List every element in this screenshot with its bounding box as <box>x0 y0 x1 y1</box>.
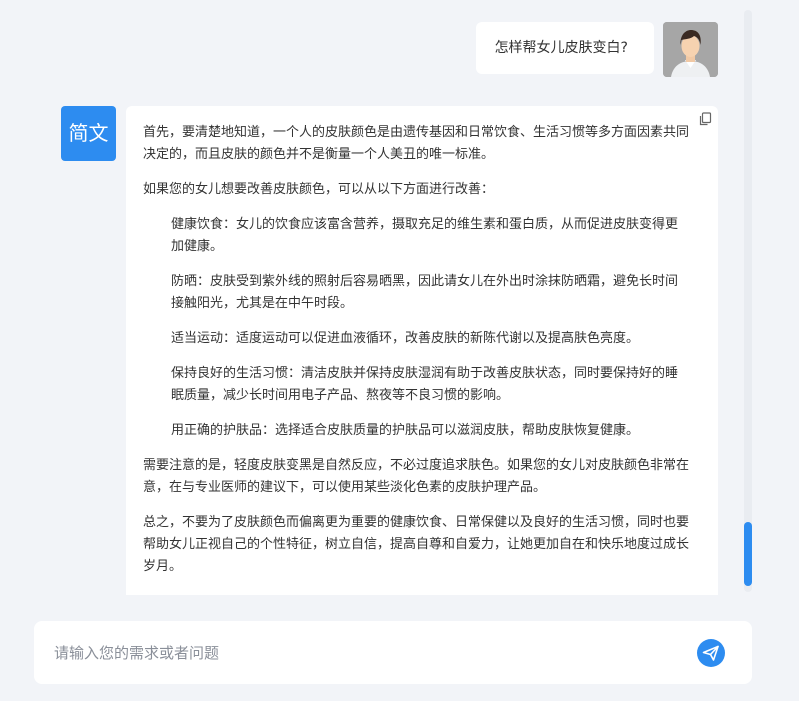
message-input[interactable] <box>54 621 684 684</box>
response-paragraph: 需要注意的是，轻度皮肤变黑是自然反应，不必过度追求肤色。如果您的女儿对皮肤颜色非… <box>143 458 690 495</box>
response-paragraph: 首先，要清楚地知道，一个人的皮肤颜色是由遗传基因和日常饮食、生活习惯等多方面因素… <box>143 125 690 162</box>
message-input-box <box>34 621 752 684</box>
response-paragraph: 健康饮食：女儿的饮食应该富含营养，摄取充足的维生素和蛋白质，从而促进皮肤变得更加… <box>171 217 679 254</box>
bot-response-text: 首先，要清楚地知道，一个人的皮肤颜色是由遗传基因和日常饮食、生活习惯等多方面因素… <box>143 122 690 578</box>
user-avatar-icon <box>663 22 718 77</box>
bot-avatar: 简文 <box>61 106 116 161</box>
response-paragraph: 如果您的女儿想要改善皮肤颜色，可以从以下方面进行改善： <box>143 182 495 197</box>
copy-icon[interactable] <box>698 112 712 126</box>
scrollbar-thumb[interactable] <box>744 522 752 586</box>
chat-area: 怎样帮女儿皮肤变白? 简文 首先，要清楚地知道，一个人的皮肤颜色是由遗传基因和日… <box>0 0 799 595</box>
response-paragraph: 保持良好的生活习惯：清洁皮肤并保持皮肤湿润有助于改善皮肤状态，同时要保持好的睡眠… <box>171 366 679 403</box>
response-paragraph: 防晒：皮肤受到紫外线的照射后容易晒黑，因此请女儿在外出时涂抹防晒霜，避免长时间接… <box>171 274 679 311</box>
bot-message-bubble: 首先，要清楚地知道，一个人的皮肤颜色是由遗传基因和日常饮食、生活习惯等多方面因素… <box>126 106 718 595</box>
scrollbar-track[interactable] <box>744 10 752 592</box>
response-paragraph: 总之，不要为了皮肤颜色而偏离更为重要的健康饮食、日常保健以及良好的生活习惯，同时… <box>143 515 690 574</box>
response-paragraph: 适当运动：适度运动可以促进血液循环，改善皮肤的新陈代谢以及提高肤色亮度。 <box>171 331 640 346</box>
send-icon <box>702 645 719 661</box>
send-button[interactable] <box>697 639 725 667</box>
response-paragraph: 用正确的护肤品：选择适合皮肤质量的护肤品可以滋润皮肤，帮助皮肤恢复健康。 <box>171 423 640 438</box>
user-message-bubble: 怎样帮女儿皮肤变白? <box>475 22 654 74</box>
